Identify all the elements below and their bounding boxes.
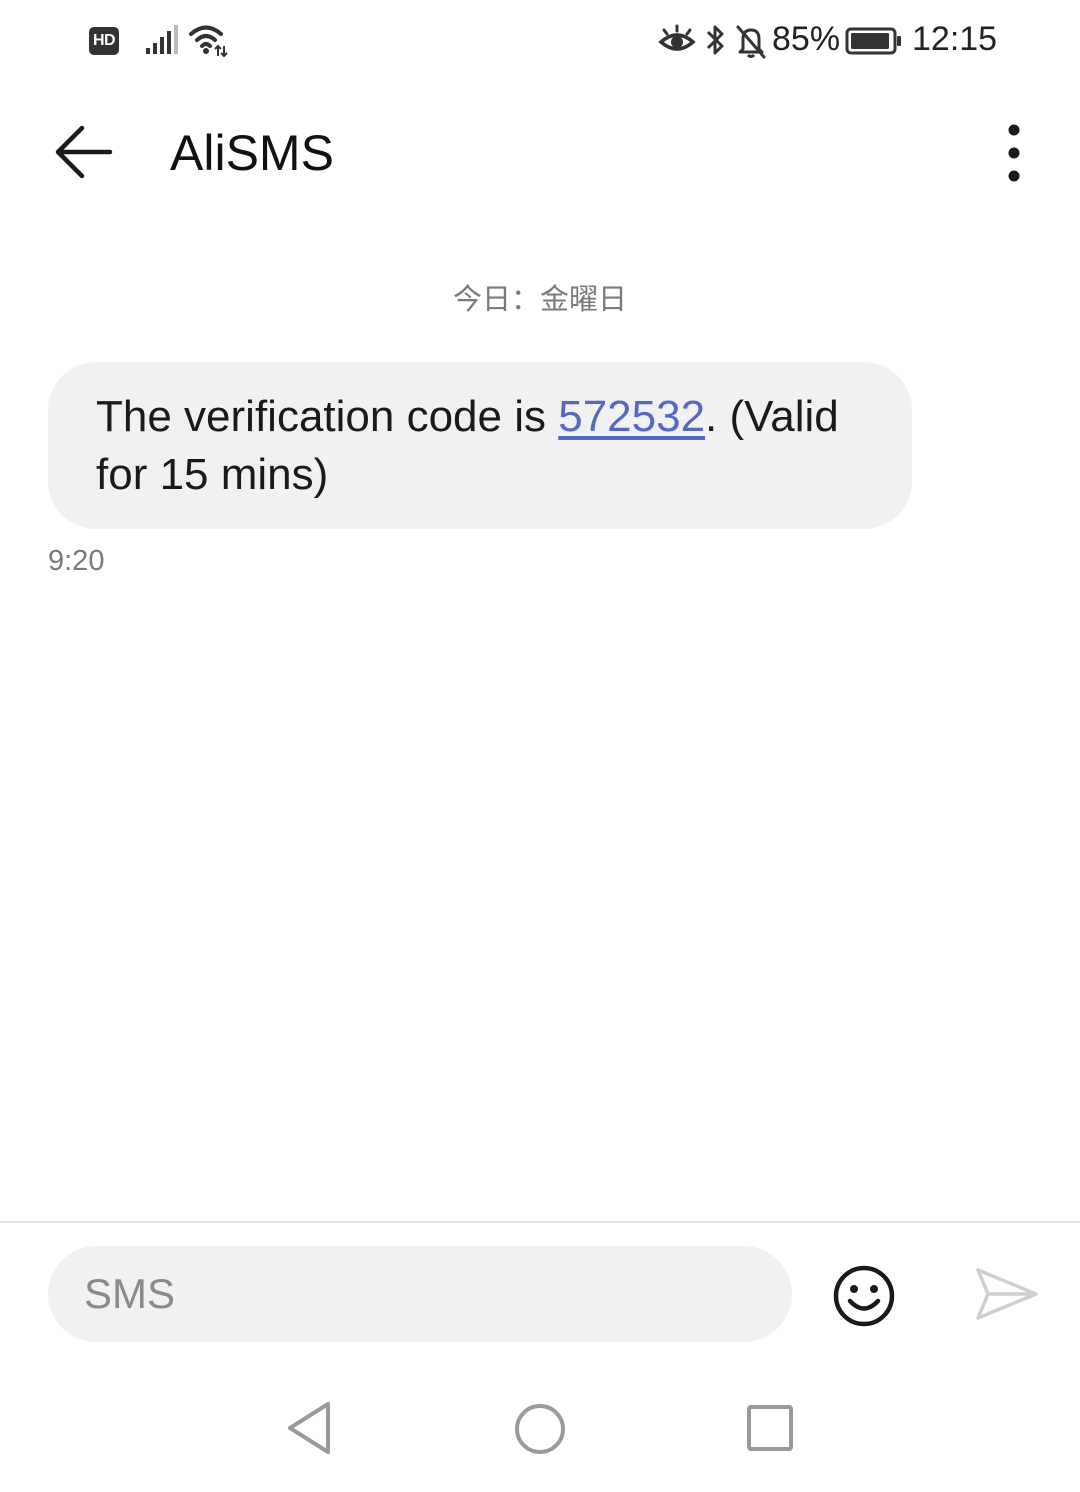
nav-back-icon[interactable] [284,1400,334,1456]
battery-icon [845,27,901,55]
more-vertical-icon[interactable] [990,120,1038,186]
wifi-icon [189,25,228,58]
status-clock: 12:15 [912,20,998,58]
nav-home-icon[interactable] [513,1402,567,1456]
emoji-icon[interactable] [832,1264,896,1328]
hd-icon: HD [89,27,119,55]
signal-icon [146,25,178,54]
message-text-before: The verification code is [96,392,559,441]
bell-off-icon [736,25,766,59]
message-text: The verification code is 572532. (Valid … [96,388,872,504]
sms-input[interactable]: SMS [48,1246,792,1342]
nav-recents-icon[interactable] [746,1404,794,1452]
composer-divider [0,1221,1080,1223]
send-icon[interactable] [974,1266,1040,1322]
date-divider: 今日：金曜日 [452,282,627,316]
battery-percent: 85% [772,20,841,58]
eye-comfort-icon [658,24,696,51]
contact-name: AliSMS [170,125,334,181]
bluetooth-icon [706,25,724,55]
back-arrow-icon[interactable] [46,118,122,188]
message-timestamp: 9:20 [48,545,105,577]
conversation-header: AliSMS [0,90,1080,220]
verification-code-link[interactable]: 572532 [558,392,705,441]
status-bar: HD 85% 12:15 [0,0,1080,84]
message-bubble[interactable]: The verification code is 572532. (Valid … [48,362,912,529]
